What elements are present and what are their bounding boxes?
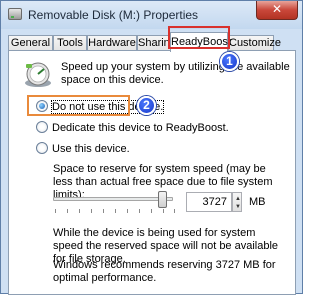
option-dedicate-label[interactable]: Dedicate this device to ReadyBoost.: [52, 122, 229, 134]
reserve-size-input[interactable]: 3727: [186, 192, 232, 212]
window-title: Removable Disk (M:) Properties: [28, 8, 199, 22]
step-marker-2: 2: [137, 96, 156, 115]
radio-do-not-use[interactable]: [36, 100, 48, 112]
reserve-unit: MB: [249, 196, 266, 208]
spin-up-icon[interactable]: ▲: [235, 196, 241, 202]
tab-customize[interactable]: Customize: [228, 35, 281, 51]
reserve-slider-track[interactable]: [53, 197, 173, 201]
close-button[interactable]: ✕: [256, 1, 298, 20]
option-use-device[interactable]: Use this device.: [36, 142, 130, 156]
reserve-size-spinner[interactable]: ▲ ▼: [232, 192, 242, 212]
readyboost-intro: Speed up your system by utilizing the av…: [61, 61, 290, 86]
tab-readyboost[interactable]: ReadyBoost: [170, 32, 231, 52]
removable-disk-icon: [8, 8, 22, 20]
radio-dedicate[interactable]: [36, 121, 48, 133]
tab-hardware[interactable]: Hardware: [87, 35, 137, 51]
step-marker-1: 1: [220, 52, 239, 71]
properties-window: Removable Disk (M:) Properties ✕ General…: [0, 0, 303, 295]
tab-strip: General Tools Hardware Sharing ReadyBoos…: [8, 32, 298, 52]
title-bar[interactable]: Removable Disk (M:) Properties ✕: [1, 1, 302, 29]
tab-sharing[interactable]: Sharing: [137, 35, 176, 51]
option-dedicate[interactable]: Dedicate this device to ReadyBoost.: [36, 121, 229, 135]
readyboost-gauge-icon: [25, 62, 51, 87]
spin-down-icon[interactable]: ▼: [235, 204, 241, 210]
recommendation-note: Windows recommends reserving 3727 MB for…: [53, 259, 276, 284]
tab-general[interactable]: General: [8, 35, 53, 51]
reserve-slider-ticks: [55, 209, 175, 213]
reserve-slider-thumb[interactable]: [158, 191, 167, 208]
radio-use-device[interactable]: [36, 142, 48, 154]
tab-tools[interactable]: Tools: [53, 35, 87, 51]
option-use-device-label[interactable]: Use this device.: [52, 143, 130, 155]
